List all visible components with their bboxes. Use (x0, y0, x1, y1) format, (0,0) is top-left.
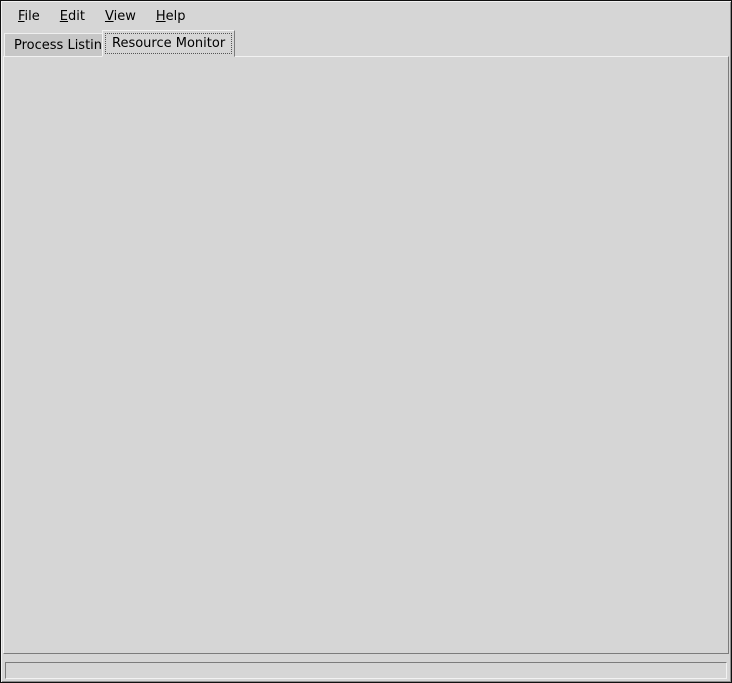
menu-item-view[interactable]: View (95, 6, 146, 27)
menu-item-help[interactable]: Help (146, 6, 196, 27)
menu-item-edit[interactable]: Edit (50, 6, 95, 27)
system-monitor-window: FileEditViewHelp Process Listing Resourc… (0, 0, 732, 683)
menu-item-file[interactable]: File (8, 6, 50, 27)
tab-resource-monitor-label: Resource Monitor (112, 36, 225, 51)
tab-resource-monitor[interactable]: Resource Monitor (102, 30, 235, 57)
statusbar (5, 662, 727, 679)
tab-process-listing-label: Process Listing (14, 38, 110, 53)
resource-monitor-page (3, 56, 729, 654)
menubar: FileEditViewHelp (4, 3, 728, 29)
